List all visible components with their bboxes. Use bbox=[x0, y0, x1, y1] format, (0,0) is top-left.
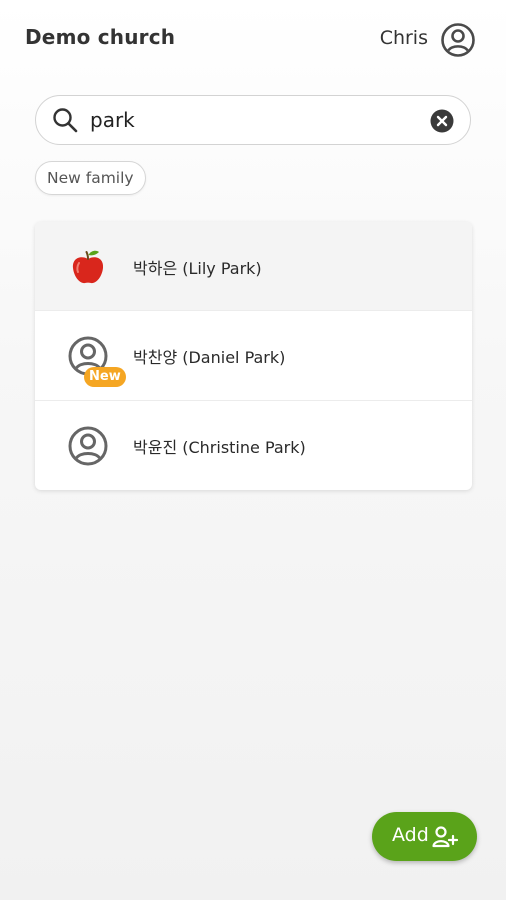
app-title: Demo church bbox=[25, 25, 176, 49]
user-name[interactable]: Chris bbox=[380, 27, 428, 49]
list-item-label: 박찬양 (Daniel Park) bbox=[133, 348, 286, 367]
add-button[interactable]: Add bbox=[372, 812, 477, 861]
list-item[interactable]: 박하은 (Lily Park) bbox=[35, 222, 472, 311]
app-header: Demo church Chris bbox=[0, 0, 506, 78]
new-badge: New bbox=[84, 367, 126, 387]
account-circle-icon[interactable] bbox=[440, 22, 476, 58]
search-bar bbox=[35, 95, 471, 145]
results-list: 박하은 (Lily Park) New 박찬양 (Daniel Park) 박윤… bbox=[35, 222, 472, 490]
clear-circle-icon[interactable] bbox=[430, 109, 454, 133]
list-item[interactable]: New 박찬양 (Daniel Park) bbox=[35, 310, 472, 400]
list-item[interactable]: 박윤진 (Christine Park) bbox=[35, 400, 472, 490]
account-circle-icon bbox=[68, 426, 108, 466]
new-family-chip[interactable]: New family bbox=[35, 161, 146, 195]
search-input[interactable] bbox=[90, 103, 420, 137]
list-item-label: 박윤진 (Christine Park) bbox=[133, 438, 306, 457]
add-person-icon bbox=[432, 826, 458, 848]
apple-icon bbox=[72, 250, 104, 284]
search-icon bbox=[53, 108, 78, 133]
list-item-label: 박하은 (Lily Park) bbox=[133, 259, 262, 278]
add-button-label: Add bbox=[392, 824, 429, 846]
